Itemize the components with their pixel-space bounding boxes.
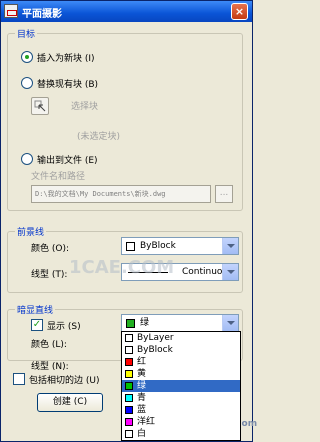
fg-color-swatch [126, 242, 135, 251]
color-swatch [125, 430, 133, 438]
replace-block-radio[interactable] [21, 77, 33, 89]
color-option-label: 绿 [137, 381, 147, 391]
color-option[interactable]: 青 [122, 392, 240, 404]
export-to-file-label[interactable]: 输出到文件 (E) [37, 153, 98, 166]
show-hidden-label[interactable]: 显示 (S) [47, 319, 81, 332]
color-option-label: 蓝 [137, 405, 147, 415]
hidden-color-select[interactable]: 绿 [121, 314, 239, 332]
color-option[interactable]: 白 [122, 428, 240, 440]
close-button[interactable]: × [231, 3, 248, 20]
hidden-color-swatch [126, 319, 135, 328]
color-option[interactable]: 蓝 [122, 404, 240, 416]
color-swatch [125, 418, 133, 426]
title-bar: 平面摄影 × [1, 1, 252, 22]
color-option-label: 青 [137, 393, 147, 403]
color-option-label: 白 [137, 429, 147, 439]
foreground-legend: 前景线 [15, 225, 47, 238]
watermark-center: 1CAE.COM [69, 257, 175, 278]
hidden-color-label: 颜色 (L): [31, 340, 67, 350]
create-button[interactable]: 创建 (C) [37, 393, 103, 412]
color-option-label: ByBlock [137, 345, 173, 355]
export-to-file-radio[interactable] [21, 153, 33, 165]
no-block-selected-label: (未选定块) [77, 132, 121, 142]
show-hidden-checkbox[interactable]: ✓ [31, 319, 43, 331]
color-swatch [125, 346, 133, 354]
include-tangent-label[interactable]: 包括相切的边 (U) [29, 373, 99, 386]
color-option-label: ByLayer [137, 333, 174, 343]
color-swatch [125, 394, 133, 402]
color-swatch [125, 358, 133, 366]
color-option[interactable]: 绿 [122, 380, 240, 392]
color-option[interactable]: ByLayer [122, 332, 240, 344]
fg-color-value: ByBlock [140, 241, 176, 251]
filename-label: 文件名和路径 [31, 172, 86, 182]
insert-new-block-label[interactable]: 插入为新块 (I) [37, 51, 95, 64]
insert-new-block-radio[interactable] [21, 51, 33, 63]
color-option[interactable]: 洋红 [122, 416, 240, 428]
fg-color-label: 颜色 (O): [31, 244, 69, 254]
fg-linetype-label: 线型 (T): [31, 270, 68, 280]
color-dropdown-list[interactable]: ByLayer ByBlock 红黄绿青蓝洋红白 [121, 331, 241, 441]
replace-block-label[interactable]: 替换现有块 (B) [37, 77, 98, 90]
hidden-linetype-label: 线型 (N): [31, 362, 69, 372]
color-swatch [125, 382, 133, 390]
color-option-label: 黄 [137, 369, 147, 379]
color-option-label: 洋红 [137, 417, 156, 427]
select-block-label: 选择块 [71, 102, 99, 112]
color-option[interactable]: 红 [122, 356, 240, 368]
color-option[interactable]: ByBlock [122, 344, 240, 356]
select-block-button[interactable] [31, 97, 49, 115]
app-icon [4, 4, 18, 18]
target-legend: 目标 [15, 27, 38, 40]
hidden-lines-legend: 暗显直线 [15, 303, 56, 316]
pick-block-icon [34, 100, 46, 112]
color-option[interactable]: 黄 [122, 368, 240, 380]
chevron-down-icon[interactable] [222, 238, 238, 254]
include-tangent-checkbox[interactable]: ✓ [13, 373, 25, 385]
color-swatch [125, 370, 133, 378]
hidden-color-value: 绿 [140, 318, 150, 328]
chevron-down-icon[interactable] [222, 264, 238, 280]
chevron-down-icon[interactable] [222, 315, 238, 331]
color-swatch [125, 406, 133, 414]
filename-input[interactable]: D:\我的文档\My Documents\新块.dwg [31, 185, 211, 203]
color-swatch [125, 334, 133, 342]
dialog-title: 平面摄影 [22, 9, 62, 20]
browse-button[interactable]: ... [215, 185, 233, 203]
color-option-label: 红 [137, 357, 147, 367]
flatshot-dialog: 平面摄影 × 目标 插入为新块 (I) 替换现有块 (B) 选择块 (未选定块)… [0, 0, 257, 442]
fg-color-select[interactable]: ByBlock [121, 237, 239, 255]
